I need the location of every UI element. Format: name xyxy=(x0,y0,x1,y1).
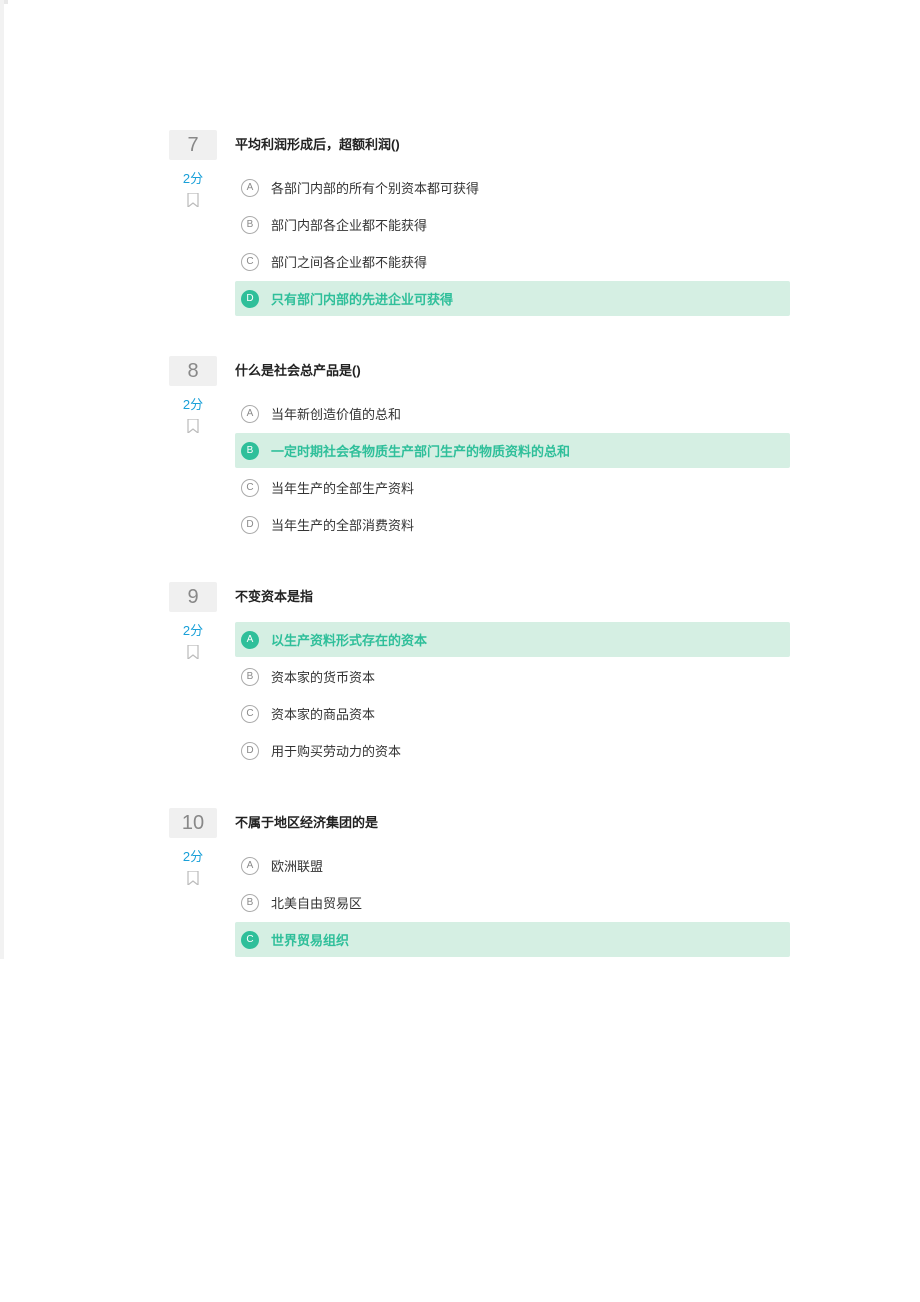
bookmark-icon[interactable] xyxy=(169,871,217,888)
question-meta: 82分 xyxy=(169,356,217,436)
option-text: 部门内部各企业都不能获得 xyxy=(271,215,427,234)
question-block: 72分平均利润形成后，超额利润()A各部门内部的所有个别资本都可获得B部门内部各… xyxy=(169,130,790,318)
question-body: 不变资本是指 A 以生产资料形式存在的资本 B 资本家的货币资本 C 资本家的商品资本 D 用于… xyxy=(217,582,790,770)
answer-option[interactable]: D 用于购买劳动力的资本 xyxy=(235,733,790,768)
answer-option[interactable]: C 资本家的商品资本 xyxy=(235,696,790,731)
answer-option[interactable]: B 部门内部各企业都不能获得 xyxy=(235,207,790,242)
option-text: 各部门内部的所有个别资本都可获得 xyxy=(271,178,479,197)
question-block: 82分什么是社会总产品是()A当年新创造价值的总和B一定时期社会各物质生产部门生… xyxy=(169,356,790,544)
question-meta: 72分 xyxy=(169,130,217,210)
question-body: 什么是社会总产品是() A 当年新创造价值的总和 B 一定时期社会各物质生产部门生产的物… xyxy=(217,356,790,544)
question-text: 平均利润形成后，超额利润() xyxy=(235,130,790,160)
option-letter: C xyxy=(241,253,259,271)
question-text: 不变资本是指 xyxy=(235,582,790,612)
option-text: 当年生产的全部消费资料 xyxy=(271,515,414,534)
bookmark-icon[interactable] xyxy=(169,645,217,662)
option-letter: C xyxy=(241,479,259,497)
question-number: 8 xyxy=(169,356,217,386)
question-block: 102分不属于地区经济集团的是A欧洲联盟B北美自由贸易区C世界贸易组织 xyxy=(169,808,790,959)
answer-option[interactable]: C 当年生产的全部生产资料 xyxy=(235,470,790,505)
answer-option[interactable]: C 世界贸易组织 xyxy=(235,922,790,957)
question-number: 9 xyxy=(169,582,217,612)
option-letter: D xyxy=(241,290,259,308)
option-text: 欧洲联盟 xyxy=(271,856,323,875)
option-letter: C xyxy=(241,705,259,723)
bookmark-icon[interactable] xyxy=(169,193,217,210)
answer-option[interactable]: A 欧洲联盟 xyxy=(235,848,790,883)
option-text: 当年新创造价值的总和 xyxy=(271,404,401,423)
question-block: 92分不变资本是指A以生产资料形式存在的资本B资本家的货币资本C资本家的商品资本… xyxy=(169,582,790,770)
question-number: 7 xyxy=(169,130,217,160)
option-text: 资本家的货币资本 xyxy=(271,667,375,686)
bookmark-icon[interactable] xyxy=(169,419,217,436)
question-meta: 102分 xyxy=(169,808,217,888)
question-score: 2分 xyxy=(169,620,217,639)
option-text: 北美自由贸易区 xyxy=(271,893,362,912)
quiz-page: 72分平均利润形成后，超额利润()A各部门内部的所有个别资本都可获得B部门内部各… xyxy=(0,0,920,959)
question-number: 10 xyxy=(169,808,217,838)
option-text: 用于购买劳动力的资本 xyxy=(271,741,401,760)
question-text: 什么是社会总产品是() xyxy=(235,356,790,386)
question-score: 2分 xyxy=(169,846,217,865)
option-letter: B xyxy=(241,668,259,686)
option-letter: B xyxy=(241,894,259,912)
option-text: 部门之间各企业都不能获得 xyxy=(271,252,427,271)
option-letter: A xyxy=(241,857,259,875)
option-text: 以生产资料形式存在的资本 xyxy=(271,630,427,649)
answer-option[interactable]: A 以生产资料形式存在的资本 xyxy=(235,622,790,657)
question-body: 不属于地区经济集团的是 A 欧洲联盟 B 北美自由贸易区 C 世界贸易组织 xyxy=(217,808,790,959)
option-letter: D xyxy=(241,516,259,534)
answer-option[interactable]: A 各部门内部的所有个别资本都可获得 xyxy=(235,170,790,205)
option-letter: A xyxy=(241,179,259,197)
question-meta: 92分 xyxy=(169,582,217,662)
option-text: 只有部门内部的先进企业可获得 xyxy=(271,289,453,308)
option-text: 世界贸易组织 xyxy=(271,930,349,949)
answer-option[interactable]: D 当年生产的全部消费资料 xyxy=(235,507,790,542)
answer-option[interactable]: C 部门之间各企业都不能获得 xyxy=(235,244,790,279)
option-text: 一定时期社会各物质生产部门生产的物质资料的总和 xyxy=(271,441,570,460)
answer-option[interactable]: B 北美自由贸易区 xyxy=(235,885,790,920)
answer-option[interactable]: B 资本家的货币资本 xyxy=(235,659,790,694)
option-letter: A xyxy=(241,631,259,649)
answer-option[interactable]: D 只有部门内部的先进企业可获得 xyxy=(235,281,790,316)
question-body: 平均利润形成后，超额利润() A 各部门内部的所有个别资本都可获得 B 部门内部各企业都… xyxy=(217,130,790,318)
option-text: 当年生产的全部生产资料 xyxy=(271,478,414,497)
option-letter: C xyxy=(241,931,259,949)
answer-option[interactable]: B 一定时期社会各物质生产部门生产的物质资料的总和 xyxy=(235,433,790,468)
question-score: 2分 xyxy=(169,394,217,413)
question-text: 不属于地区经济集团的是 xyxy=(235,808,790,838)
option-letter: B xyxy=(241,216,259,234)
answer-option[interactable]: A 当年新创造价值的总和 xyxy=(235,396,790,431)
question-score: 2分 xyxy=(169,168,217,187)
option-letter: D xyxy=(241,742,259,760)
option-letter: B xyxy=(241,442,259,460)
option-letter: A xyxy=(241,405,259,423)
option-text: 资本家的商品资本 xyxy=(271,704,375,723)
